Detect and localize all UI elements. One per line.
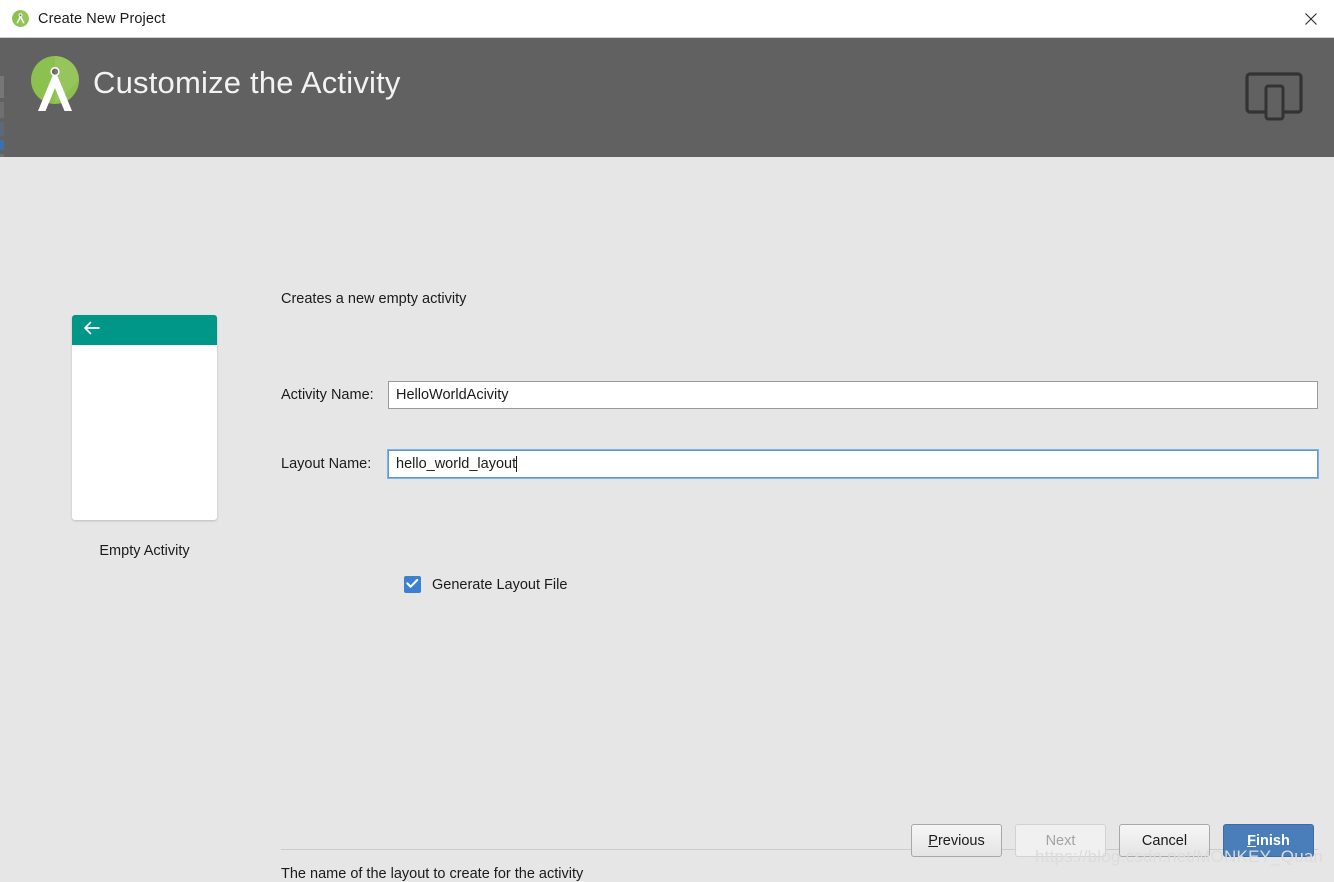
android-studio-logo-icon bbox=[12, 10, 29, 27]
checkmark-icon bbox=[406, 576, 419, 594]
activity-template-thumbnail bbox=[72, 315, 217, 520]
cancel-button-label: Cancel bbox=[1141, 832, 1188, 849]
template-description: Creates a new empty activity bbox=[281, 291, 467, 307]
activity-template-preview[interactable]: Empty Activity bbox=[72, 315, 217, 559]
finish-button-label: inish bbox=[1256, 832, 1290, 849]
finish-button-mnemonic: F bbox=[1247, 832, 1256, 849]
layout-name-row: Layout Name: hello_world_layout bbox=[281, 450, 1318, 478]
previous-button-label: revious bbox=[937, 832, 985, 849]
activity-name-input[interactable]: HelloWorldAcivity bbox=[388, 381, 1318, 409]
layout-name-label: Layout Name: bbox=[281, 456, 372, 472]
generate-layout-file-label: Generate Layout File bbox=[432, 576, 568, 593]
dialog-header: Customize the Activity bbox=[0, 38, 1334, 190]
edge-artifact bbox=[0, 102, 4, 118]
title-bar: Create New Project bbox=[0, 0, 1334, 38]
text-caret bbox=[516, 456, 518, 472]
header-title: Customize the Activity bbox=[93, 65, 401, 100]
cancel-button[interactable]: Cancel bbox=[1119, 824, 1210, 857]
previous-button[interactable]: Previous bbox=[911, 824, 1002, 857]
generate-layout-file-checkbox[interactable] bbox=[404, 576, 421, 593]
dialog-body: Empty Activity Creates a new empty activ… bbox=[0, 157, 1334, 882]
generate-layout-file-checkbox-row[interactable]: Generate Layout File bbox=[404, 576, 567, 593]
edge-artifact bbox=[0, 140, 4, 150]
dialog-footer: Previous Next Cancel Finish bbox=[0, 823, 1334, 876]
back-arrow-icon bbox=[83, 321, 100, 340]
layout-name-input[interactable]: hello_world_layout bbox=[388, 450, 1318, 478]
next-button: Next bbox=[1015, 824, 1106, 857]
window-title: Create New Project bbox=[38, 10, 166, 27]
android-studio-compass-logo-icon bbox=[22, 53, 88, 119]
activity-name-label: Activity Name: bbox=[281, 387, 374, 403]
edge-artifact bbox=[0, 122, 4, 136]
next-button-label: Next bbox=[1045, 832, 1076, 849]
finish-button[interactable]: Finish bbox=[1223, 824, 1314, 857]
previous-button-mnemonic: P bbox=[928, 832, 938, 849]
layout-name-value: hello_world_layout bbox=[396, 456, 517, 472]
activity-name-row: Activity Name: HelloWorldAcivity bbox=[281, 381, 1318, 409]
edge-artifact bbox=[0, 76, 4, 98]
activity-template-label: Empty Activity bbox=[99, 543, 190, 559]
close-button[interactable] bbox=[1288, 0, 1334, 37]
thumbnail-appbar bbox=[72, 315, 217, 345]
activity-name-value: HelloWorldAcivity bbox=[396, 387, 509, 403]
create-new-project-dialog: Create New Project Customize the Activit… bbox=[0, 0, 1334, 882]
close-icon bbox=[1304, 12, 1318, 26]
devices-tablet-phone-icon bbox=[1244, 68, 1304, 126]
